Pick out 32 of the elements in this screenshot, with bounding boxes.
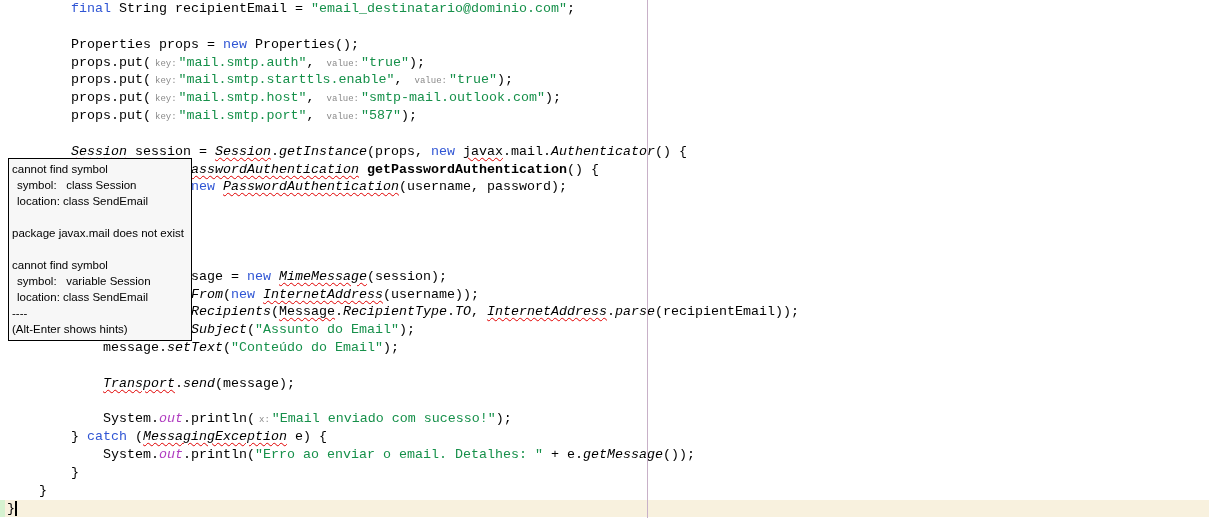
code-line: } catch (MessagingException e) { [71, 428, 327, 447]
code-line: Properties props = new Properties(); [71, 35, 359, 54]
code-line: From(new InternetAddress(username)); [191, 285, 479, 304]
code-line: props.put( key:"mail.smtp.host", value:"smtp-mail.outlook.com"); [71, 89, 561, 108]
code-line: Session session = Session.getInstance(props, new javax.mail.Authenticator() { [71, 142, 687, 161]
code-line: props.put( key:"mail.smtp.auth", value:"true"); [71, 53, 425, 72]
code-editor[interactable] [0, 0, 1209, 518]
code-line: final String recipientEmail = "email_destinatario@dominio.com"; [71, 0, 575, 18]
tooltip-detail: symbol: variable Session [16, 274, 151, 289]
code-line: props.put( key:"mail.smtp.starttls.enable", value:"true"); [71, 71, 513, 90]
code-line: System.out.println( x:"Email enviado com sucesso!"); [103, 410, 512, 429]
code-line: Recipients(Message.RecipientType.TO, InternetAddress.parse(recipientEmail)); [191, 303, 799, 322]
code-line: Subject("Assunto do Email"); [191, 321, 415, 340]
tooltip-message: cannot find symbol [12, 162, 108, 177]
code-line: sage = new MimeMessage(session); [191, 267, 447, 286]
code-line: new PasswordAuthentication(username, password); [191, 178, 567, 197]
tooltip-footer: ---- [12, 305, 28, 321]
code-line: } [39, 481, 47, 500]
code-line: Transport.send(message); [103, 374, 295, 393]
tooltip-detail: symbol: class Session [16, 178, 137, 193]
tooltip-message: package javax.mail does not exist [12, 226, 184, 241]
text-caret [15, 500, 17, 516]
tooltip-detail: location: class SendEmail [16, 194, 149, 209]
code-line: } [71, 463, 79, 482]
tooltip-footer: (Alt-Enter shows hints) [12, 321, 128, 337]
code-line: message.setText("Conteúdo do Email"); [103, 339, 399, 357]
code-line: System.out.println("Erro ao enviar o email. Detalhes: " + e.getMessage()); [103, 446, 695, 464]
code-line: props.put( key:"mail.smtp.port", value:"587"); [71, 107, 417, 126]
code-line: } [7, 499, 15, 518]
tooltip-message: cannot find symbol [12, 258, 108, 273]
tooltip-detail: location: class SendEmail [16, 290, 149, 305]
code-line: asswordAuthentication getPasswordAuthentication() { [191, 160, 599, 179]
